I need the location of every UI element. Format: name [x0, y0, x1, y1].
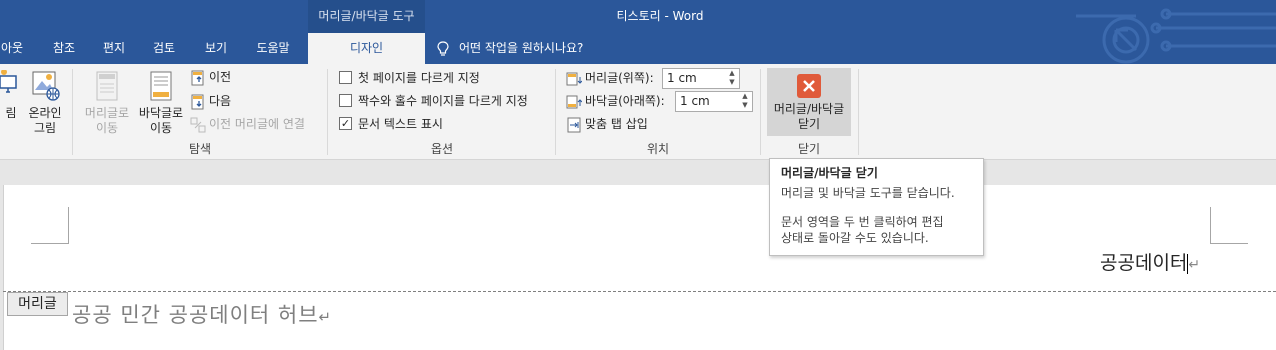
next-section-icon [191, 94, 204, 109]
options-group-label: 옵션 [430, 142, 454, 156]
tab-review[interactable]: 검토 [146, 33, 182, 64]
group-separator [327, 69, 328, 155]
tooltip-line2: 문서 영역을 두 번 클릭하여 편집 [781, 215, 944, 229]
tab-view[interactable]: 보기 [196, 33, 236, 64]
next-label: 다음 [209, 94, 232, 108]
goto-footer-label-line1: 바닥글로 [138, 106, 184, 120]
group-separator [858, 69, 859, 155]
goto-header-label-line1: 머리글로 [84, 106, 130, 120]
close-button-label-line1: 머리글/바닥글 [773, 102, 845, 116]
group-separator [72, 69, 73, 155]
close-icon [797, 74, 821, 98]
different-first-page-checkbox[interactable]: 첫 페이지를 다르게 지정 [339, 68, 480, 88]
document-gutter [0, 161, 1276, 185]
lightbulb-icon [437, 40, 449, 56]
link-to-previous-button[interactable]: 이전 머리글에 연결 [190, 114, 305, 134]
decorative-circuit-pattern [1076, 8, 1276, 64]
body-content[interactable]: 공공 민간 공공데이터 허브↵ [72, 299, 332, 329]
header-boundary-line [3, 291, 1276, 292]
position-group-label: 위치 [646, 142, 670, 156]
margin-corner-right [1210, 207, 1248, 244]
goto-header-label-line2: 이동 [95, 121, 119, 135]
tab-design[interactable]: 디자인 [308, 33, 425, 64]
tab-help[interactable]: 도움말 [248, 33, 298, 64]
goto-footer-label-line2: 이동 [149, 121, 173, 135]
link-icon [190, 117, 206, 132]
context-tab-group-label: 머리글/바닥글 도구 [308, 0, 425, 33]
margin-corner-left [31, 207, 69, 244]
header-from-top-label: 머리글(위쪽): [585, 71, 654, 85]
spinner-arrows-icon[interactable]: ▲ ▼ [727, 69, 737, 88]
previous-button[interactable]: 이전 [190, 67, 231, 87]
ribbon: 림 온라인 그림 머리글로 이동 바닥글로 이동 이전 다음 이전 머리글에 연… [0, 64, 1276, 160]
next-button[interactable]: 다음 [190, 91, 231, 111]
tooltip-line3: 상태로 돌아갈 수도 있습니다. [781, 231, 929, 245]
tab-layout-partial[interactable]: 아웃 [0, 33, 24, 64]
insert-alignment-tab-label: 맞춤 탭 삽입 [585, 117, 648, 131]
online-pictures-button[interactable]: 온라인 그림 [25, 70, 65, 136]
tab-references[interactable]: 참조 [44, 33, 84, 64]
spinner-arrows-icon[interactable]: ▲ ▼ [740, 92, 750, 111]
window-title: 티스토리 - Word [616, 9, 704, 23]
monitor-icon [0, 69, 17, 93]
link-to-previous-label: 이전 머리글에 연결 [209, 117, 305, 131]
group-separator [760, 69, 761, 155]
show-document-text-label: 문서 텍스트 표시 [358, 117, 443, 131]
tooltip-line1: 머리글 및 바닥글 도구를 닫습니다. [781, 186, 955, 200]
different-odd-even-label: 짝수와 홀수 페이지를 다르게 지정 [358, 94, 528, 108]
goto-footer-icon [150, 71, 172, 101]
goto-footer-button[interactable]: 바닥글로 이동 [134, 70, 188, 136]
body-text: 공공 민간 공공데이터 허브 [72, 303, 319, 327]
footer-position-icon [566, 95, 583, 108]
picture-label: 림 [5, 106, 17, 120]
picture-button-partial[interactable]: 림 [0, 69, 22, 121]
footer-from-bottom-spinner[interactable]: 1 cm ▲ ▼ [675, 91, 753, 112]
online-pictures-label-line2: 그림 [33, 121, 57, 135]
footer-from-bottom-label: 바닥글(아래쪽): [585, 94, 665, 108]
close-header-footer-button[interactable]: 머리글/바닥글 닫기 [767, 68, 851, 136]
different-first-page-check[interactable] [339, 71, 352, 84]
tell-me-label: 어떤 작업을 원하시나요? [459, 41, 584, 55]
paragraph-mark: ↵ [1188, 257, 1201, 273]
header-from-top-label-row: 머리글(위쪽): [566, 68, 654, 88]
alignment-tab-icon [567, 117, 581, 132]
different-first-page-label: 첫 페이지를 다르게 지정 [358, 71, 480, 85]
tooltip-title: 머리글/바닥글 닫기 [781, 166, 878, 180]
close-header-footer-tooltip: 머리글/바닥글 닫기 머리글 및 바닥글 도구를 닫습니다. 문서 영역을 두 … [769, 158, 984, 256]
goto-header-button[interactable]: 머리글로 이동 [80, 70, 134, 136]
header-content[interactable]: 공공데이터↵ [1100, 248, 1200, 275]
paragraph-mark: ↵ [318, 308, 333, 326]
close-group-label: 닫기 [797, 142, 821, 156]
insert-alignment-tab-button[interactable]: 맞춤 탭 삽입 [566, 114, 648, 134]
different-odd-even-check[interactable] [339, 94, 352, 107]
header-text: 공공데이터 [1100, 252, 1188, 274]
online-picture-icon [32, 71, 60, 101]
previous-section-icon [191, 70, 204, 85]
close-button-label-line2: 닫기 [797, 117, 821, 131]
goto-header-icon [96, 71, 118, 101]
online-pictures-label-line1: 온라인 [28, 106, 62, 120]
header-position-icon [566, 72, 583, 85]
previous-label: 이전 [209, 70, 232, 84]
group-separator [555, 69, 556, 155]
header-from-top-value: 1 cm [667, 71, 697, 85]
footer-from-bottom-label-row: 바닥글(아래쪽): [566, 91, 665, 111]
footer-from-bottom-value: 1 cm [680, 94, 710, 108]
header-tag: 머리글 [7, 292, 68, 316]
show-document-text-check[interactable]: ✓ [339, 117, 352, 130]
header-from-top-spinner[interactable]: 1 cm ▲ ▼ [662, 68, 740, 89]
show-document-text-checkbox[interactable]: ✓ 문서 텍스트 표시 [339, 114, 443, 134]
different-odd-even-checkbox[interactable]: 짝수와 홀수 페이지를 다르게 지정 [339, 91, 528, 111]
tell-me-box[interactable]: 어떤 작업을 원하시나요? [437, 33, 583, 64]
navigation-group-label: 탐색 [188, 142, 212, 156]
tab-mailings[interactable]: 편지 [96, 33, 132, 64]
title-bar: 머리글/바닥글 도구 티스토리 - Word 아웃 참조 편지 검토 보기 도움… [0, 0, 1276, 64]
